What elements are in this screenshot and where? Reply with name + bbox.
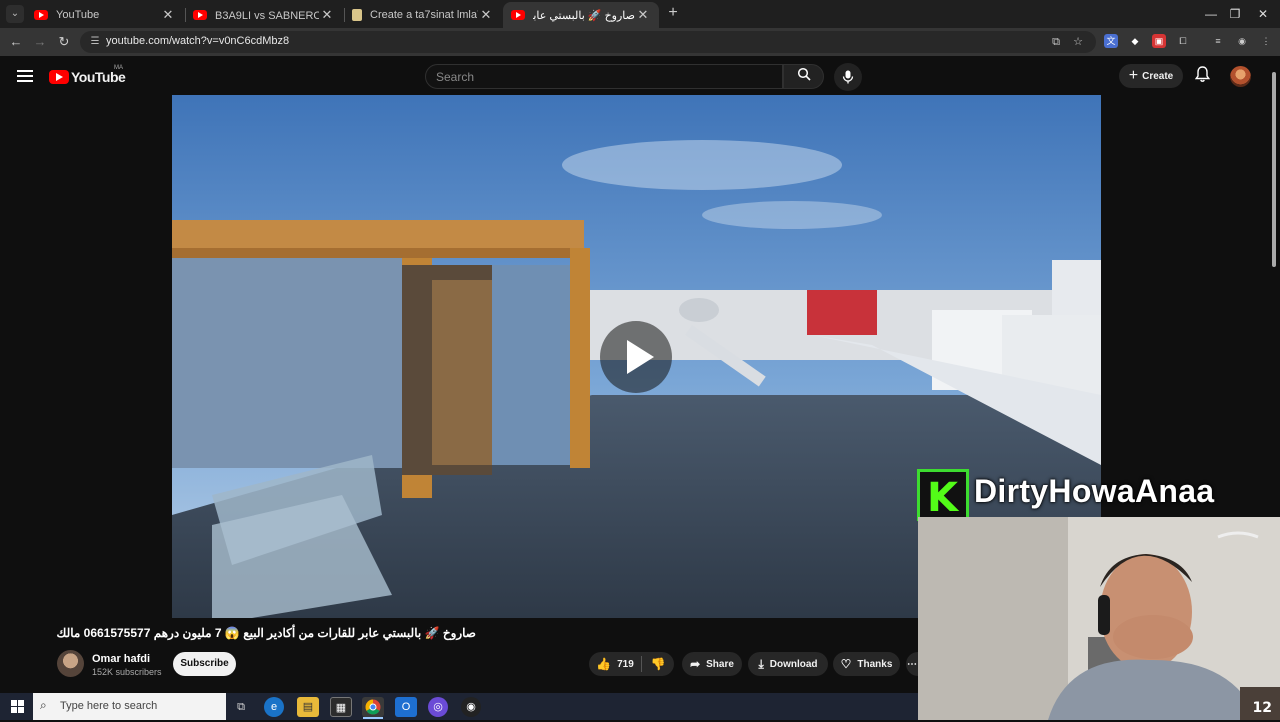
thanks-heart-icon: ♡ bbox=[840, 657, 852, 671]
webcam-badge: 12 bbox=[1252, 700, 1272, 716]
youtube-logo[interactable]: YouTube MA bbox=[49, 65, 126, 85]
tab-title: YouTube bbox=[56, 9, 100, 21]
play-button[interactable] bbox=[600, 321, 672, 393]
account-avatar[interactable] bbox=[1230, 66, 1251, 87]
youtube-logo-text: YouTube bbox=[71, 69, 126, 85]
windows-taskbar: ⌕ Type here to search ⧉ e ▤ ▦ O ◎ ◉ bbox=[0, 693, 918, 720]
browser-tab-create[interactable]: Create a ta7sinat lmla7 "haircu ✕ bbox=[344, 2, 502, 28]
tab-title: صاروخ 🚀 بالبستي عابر للقا bbox=[533, 9, 635, 22]
outlook-icon[interactable]: O bbox=[395, 697, 417, 717]
plus-icon: + bbox=[1128, 67, 1139, 84]
thumbs-down-icon: 👎 bbox=[650, 657, 666, 671]
extensions-puzzle-icon[interactable]: ⧠ bbox=[1176, 34, 1190, 48]
download-label: Download bbox=[769, 658, 818, 670]
chrome-taskbar-icon[interactable] bbox=[362, 697, 384, 717]
store-icon[interactable]: ▦ bbox=[330, 697, 352, 717]
youtube-header: YouTube MA + Create bbox=[0, 56, 1280, 96]
search-input[interactable] bbox=[436, 69, 766, 85]
bell-icon bbox=[1194, 66, 1210, 82]
browser-tab-b3a9li[interactable]: B3A9LI vs SABNERO : بدر...ع للأحداث ✕ bbox=[185, 2, 343, 28]
thanks-button[interactable]: ♡ Thanks bbox=[833, 652, 900, 676]
channel-avatar[interactable] bbox=[57, 650, 84, 677]
taskbar-search-placeholder: Type here to search bbox=[60, 700, 158, 712]
more-actions-button[interactable]: ⋯ bbox=[906, 652, 918, 676]
webcam-feed: 12 bbox=[918, 517, 1280, 720]
subscriber-count: 152K subscribers bbox=[92, 667, 162, 677]
share-icon: ➦ bbox=[690, 657, 701, 671]
download-icon: ⤓ bbox=[758, 656, 764, 671]
diamond-extension-icon[interactable]: ◆ bbox=[1128, 34, 1142, 48]
subscribe-button[interactable]: Subscribe bbox=[173, 652, 236, 676]
youtube-favicon-icon bbox=[511, 10, 525, 20]
youtube-favicon-icon bbox=[34, 10, 48, 20]
search-icon bbox=[797, 67, 811, 81]
dislike-button[interactable]: 👎 bbox=[642, 657, 674, 671]
close-tab-icon[interactable]: ✕ bbox=[635, 7, 651, 23]
guide-menu-icon[interactable] bbox=[17, 70, 33, 82]
document-favicon-icon bbox=[352, 9, 362, 21]
microphone-icon bbox=[842, 70, 854, 84]
forward-button[interactable]: → bbox=[31, 33, 49, 51]
scrollbar-thumb[interactable] bbox=[1272, 72, 1276, 267]
windows-start-icon[interactable] bbox=[11, 700, 24, 713]
like-button[interactable]: 👍 719 bbox=[589, 657, 641, 671]
share-label: Share bbox=[706, 658, 734, 670]
task-view-icon[interactable]: ⧉ bbox=[230, 697, 252, 717]
like-count: 719 bbox=[617, 658, 634, 670]
like-dislike-group: 👍 719 👎 bbox=[589, 652, 674, 676]
file-explorer-icon[interactable]: ▤ bbox=[297, 697, 319, 717]
new-tab-button[interactable]: + bbox=[664, 4, 682, 22]
site-info-icon[interactable]: ☰ bbox=[88, 35, 102, 49]
kick-logo-icon: K bbox=[917, 469, 969, 521]
close-tab-icon[interactable]: ✕ bbox=[160, 7, 176, 23]
channel-name[interactable]: Omar hafdi bbox=[92, 653, 150, 665]
browser-tab-youtube[interactable]: YouTube ✕ bbox=[26, 2, 184, 28]
tab-title: Create a ta7sinat lmla7 "haircu bbox=[370, 9, 478, 21]
browser-tab-strip: ⌄ YouTube ✕ B3A9LI vs SABNERO : بدر...ع … bbox=[0, 0, 1280, 28]
notifications-button[interactable] bbox=[1193, 66, 1211, 86]
close-window-button[interactable]: ✕ bbox=[1240, 0, 1280, 28]
tab-search-button[interactable]: ⌄ bbox=[6, 5, 24, 23]
bookmark-star-icon[interactable]: ☆ bbox=[1070, 34, 1086, 50]
create-label: Create bbox=[1142, 70, 1174, 82]
taskbar-search[interactable]: ⌕ Type here to search bbox=[33, 693, 226, 720]
create-button[interactable]: + Create bbox=[1119, 64, 1183, 88]
reload-button[interactable]: ↻ bbox=[55, 33, 73, 51]
close-tab-icon[interactable]: ✕ bbox=[478, 7, 494, 23]
thumbs-up-icon: 👍 bbox=[596, 657, 612, 671]
search-button[interactable] bbox=[783, 64, 824, 89]
install-app-icon[interactable]: ⧉ bbox=[1048, 34, 1064, 50]
share-button[interactable]: ➦ Share bbox=[682, 652, 742, 676]
browser-tab-active-video[interactable]: صاروخ 🚀 بالبستي عابر للقا ✕ bbox=[503, 2, 659, 28]
streamer-name: DirtyHowaAnaa bbox=[974, 473, 1215, 509]
profile-icon[interactable]: ◉ bbox=[1235, 34, 1249, 48]
obs-icon[interactable]: ◉ bbox=[461, 697, 481, 717]
reading-list-icon[interactable]: ≡ bbox=[1211, 34, 1225, 48]
translate-extension-icon[interactable]: 文 bbox=[1104, 34, 1118, 48]
back-button[interactable]: ← bbox=[7, 33, 25, 51]
search-box[interactable] bbox=[425, 64, 783, 89]
chrome-active-indicator bbox=[363, 717, 383, 719]
tab-title: B3A9LI vs SABNERO : بدر...ع للأحداث bbox=[215, 9, 319, 22]
play-icon bbox=[627, 340, 654, 374]
webcam-image bbox=[918, 517, 1280, 720]
voice-search-button[interactable] bbox=[834, 63, 862, 91]
streamer-banner: K DirtyHowaAnaa bbox=[917, 469, 1280, 521]
url-text[interactable]: youtube.com/watch?v=v0nC6cdMbz8 bbox=[106, 35, 289, 47]
youtube-favicon-icon bbox=[193, 10, 207, 20]
red-extension-icon[interactable]: ▣ bbox=[1152, 34, 1166, 48]
country-code: MA bbox=[114, 65, 123, 71]
close-tab-icon[interactable]: ✕ bbox=[319, 7, 335, 23]
discord-like-icon[interactable]: ◎ bbox=[428, 697, 448, 717]
chrome-menu-icon[interactable]: ⋮ bbox=[1259, 34, 1273, 48]
thanks-label: Thanks bbox=[857, 658, 893, 670]
video-title: صاروخ 🚀 بالبستي عابر للقارات من أكادير ا… bbox=[56, 626, 476, 640]
browser-toolbar: ← → ↻ ☰ youtube.com/watch?v=v0nC6cdMbz8 … bbox=[0, 28, 1280, 56]
download-button[interactable]: ⤓ Download bbox=[748, 652, 828, 676]
taskbar-search-icon: ⌕ bbox=[40, 698, 47, 712]
youtube-play-logo-icon bbox=[49, 70, 69, 84]
edge-icon[interactable]: e bbox=[264, 697, 284, 717]
chrome-icon bbox=[365, 699, 381, 715]
address-bar[interactable]: ☰ youtube.com/watch?v=v0nC6cdMbz8 ⧉ ☆ bbox=[80, 31, 1096, 53]
